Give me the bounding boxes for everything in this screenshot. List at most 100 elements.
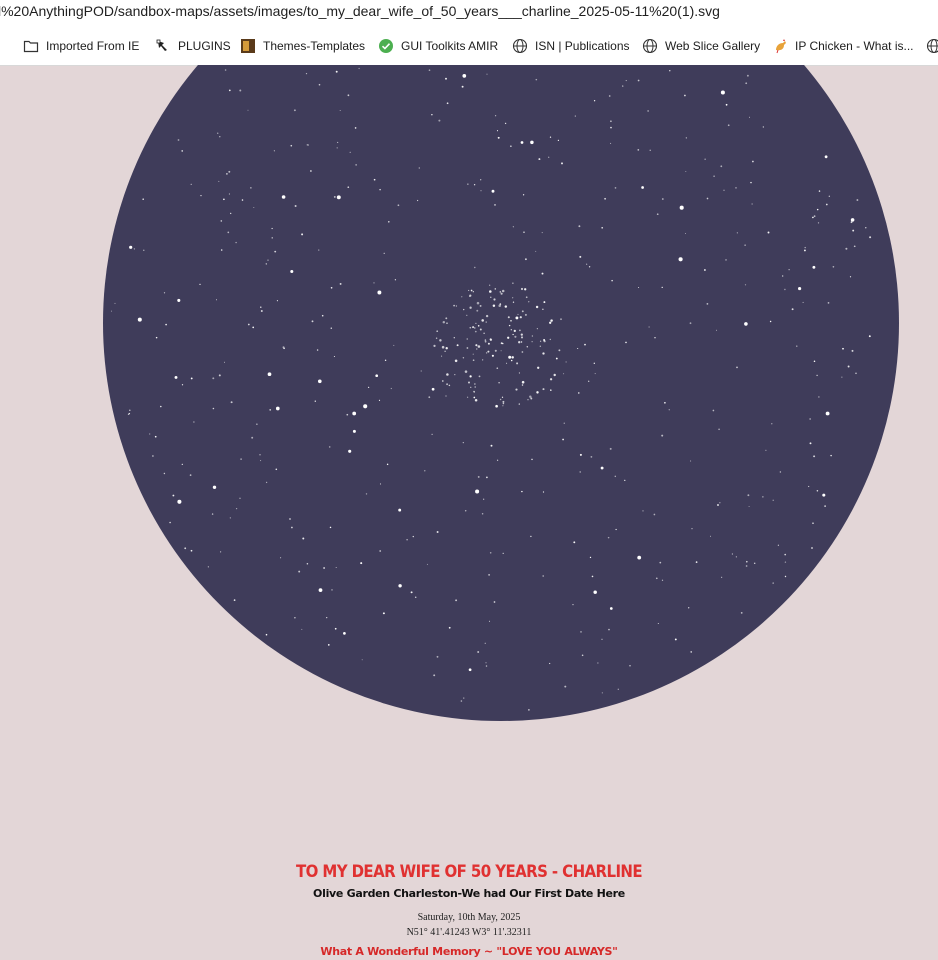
star [426,563,428,565]
star [753,562,756,565]
star [110,310,113,312]
star [659,561,662,564]
star [813,455,816,458]
star [549,338,551,341]
star [762,496,764,498]
poster-date: Saturday, 10th May, 2025 [417,912,521,923]
star [155,336,158,339]
night-sky-disc [103,65,899,721]
star [615,528,617,531]
star [771,423,773,425]
bookmark-ip-chicken[interactable]: IP Chicken - What is... [772,37,913,55]
bookmark-overflow[interactable] [926,37,938,55]
star [337,141,339,143]
star [301,233,304,236]
star [647,110,649,112]
star [478,375,481,378]
star [469,326,472,329]
star [488,620,491,622]
poster-subtitle: Olive Garden Charleston-We had Our First… [313,887,625,900]
star [520,341,523,343]
star [466,338,468,340]
star [224,361,225,363]
star [398,508,402,512]
star [542,308,544,310]
bookmark-isn-publications[interactable]: ISN | Publications [512,37,630,55]
star [653,513,656,516]
star [535,78,538,81]
star [491,354,494,357]
star [473,396,476,399]
bookmark-label: IP Chicken - What is... [795,39,914,53]
star [512,297,514,299]
star [535,250,537,252]
bookmark-label: PLUGINS [178,39,231,53]
star [625,341,627,344]
star [624,479,626,482]
star [493,601,496,603]
star [648,326,650,328]
star [574,115,576,117]
star [614,475,617,478]
star [816,208,819,211]
bookmark-web-slice-gallery[interactable]: Web Slice Gallery [642,37,760,55]
star [346,413,349,416]
star [487,342,490,345]
star [593,100,596,102]
star [501,289,505,293]
star [228,170,231,173]
star [563,373,565,375]
address-bar-url[interactable]: l%20AnythingPOD/sandbox-maps/assets/imag… [0,3,720,19]
star [617,688,619,690]
star [431,114,433,116]
star [441,380,444,382]
star [809,442,812,445]
star [373,282,375,284]
star [527,399,529,401]
star [377,290,382,295]
star [678,257,683,262]
star [521,380,525,384]
star [348,449,352,453]
star [212,377,215,380]
bookmark-plugins[interactable]: PLUGINS [155,37,231,55]
star [154,435,157,438]
star [329,526,332,529]
bookmark-themes-templates[interactable]: Themes-Templates [240,37,365,55]
star [477,475,480,478]
star [512,282,514,284]
star [181,463,183,466]
star [455,599,458,602]
star [706,197,709,200]
star [745,565,748,567]
star [470,289,473,292]
star [251,436,254,439]
star [455,305,458,307]
star [464,370,468,373]
star [550,319,553,322]
star [504,305,508,308]
address-bar[interactable]: l%20AnythingPOD/sandbox-maps/assets/imag… [0,0,938,26]
star [526,346,529,348]
star [502,402,505,405]
star [611,279,613,282]
star [393,344,395,346]
star [347,94,350,97]
star [577,347,579,350]
star [435,337,438,339]
star [519,316,522,319]
bookmark-imported-from-ie[interactable]: Imported From IE [23,37,139,55]
star [474,386,476,388]
star [448,626,451,629]
star [852,229,855,232]
star [143,249,145,251]
star [343,632,346,635]
star [685,137,687,139]
star [584,343,586,346]
star [485,665,488,667]
bookmark-gui-toolkits-amir[interactable]: GUI Toolkits AMIR [378,37,498,55]
star [578,225,581,228]
star [736,232,738,234]
star [367,386,370,389]
star [220,249,223,251]
